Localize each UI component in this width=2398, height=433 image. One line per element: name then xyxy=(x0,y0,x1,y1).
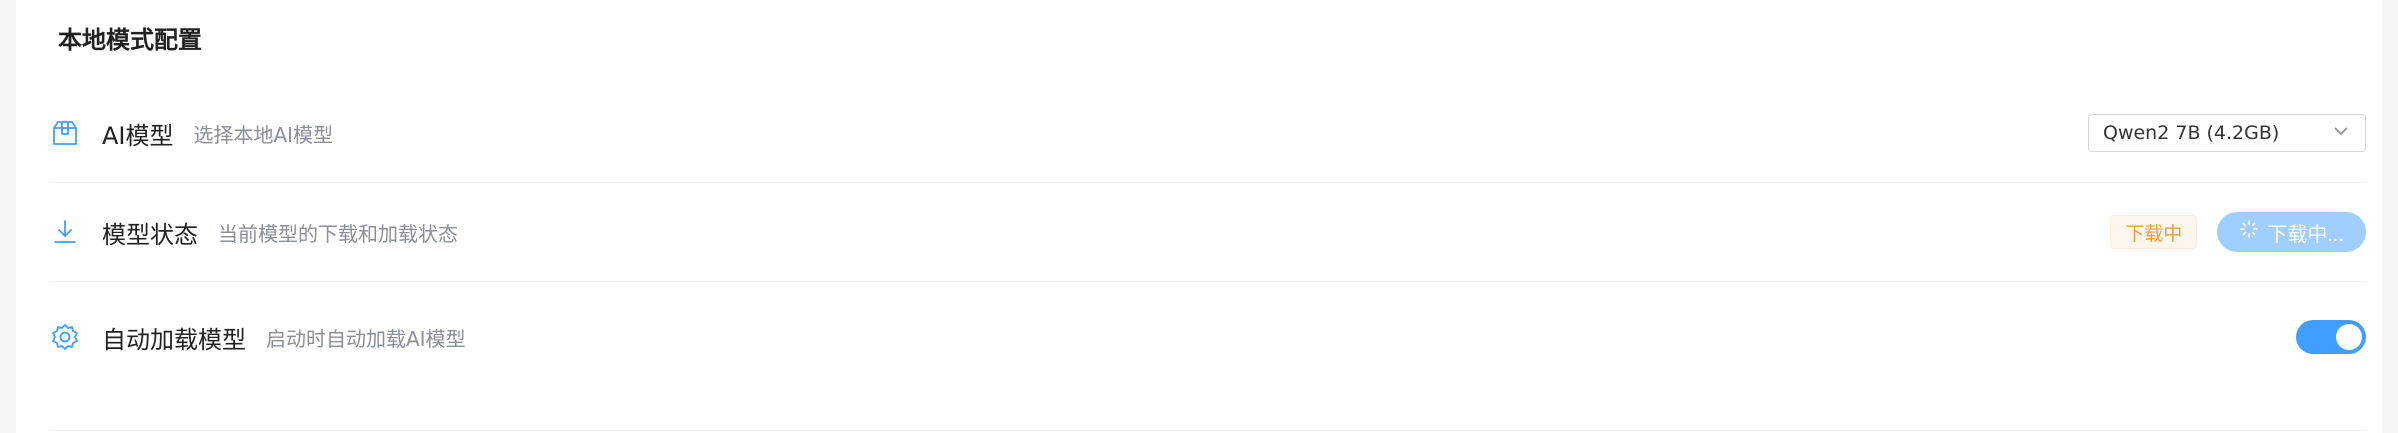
auto-load-toggle[interactable] xyxy=(2296,320,2366,354)
model-status-label: 模型状态 xyxy=(102,220,198,249)
loading-spinner-icon xyxy=(2239,219,2259,245)
ai-model-desc: 选择本地AI模型 xyxy=(193,122,334,147)
status-badge: 下载中 xyxy=(2110,215,2198,249)
divider xyxy=(50,430,2366,431)
auto-load-row: 自动加载模型 启动时自动加载AI模型 xyxy=(50,282,2366,392)
auto-load-label: 自动加载模型 xyxy=(102,325,246,354)
section-title: 本地模式配置 xyxy=(58,26,202,54)
model-status-desc: 当前模型的下载和加载状态 xyxy=(218,221,458,246)
download-icon xyxy=(50,217,80,247)
ai-model-row: AI模型 选择本地AI模型 Qwen2 7B (4.2GB) xyxy=(50,84,2366,183)
config-card: 本地模式配置 AI模型 选择本地AI模型 Qwen2 7B (4.2GB) 模型… xyxy=(16,0,2382,433)
download-button-label: 下载中... xyxy=(2267,223,2344,246)
ai-model-label: AI模型 xyxy=(102,121,174,150)
box-icon xyxy=(50,118,80,148)
ai-model-select[interactable]: Qwen2 7B (4.2GB) xyxy=(2088,114,2366,152)
auto-load-desc: 启动时自动加载AI模型 xyxy=(266,326,466,351)
chevron-down-icon xyxy=(2331,121,2351,146)
download-button[interactable]: 下载中... xyxy=(2217,212,2366,252)
gear-icon xyxy=(50,322,80,352)
model-status-row: 模型状态 当前模型的下载和加载状态 下载中 下载中... xyxy=(50,183,2366,282)
toggle-knob xyxy=(2336,324,2362,350)
ai-model-select-value: Qwen2 7B (4.2GB) xyxy=(2103,122,2280,144)
